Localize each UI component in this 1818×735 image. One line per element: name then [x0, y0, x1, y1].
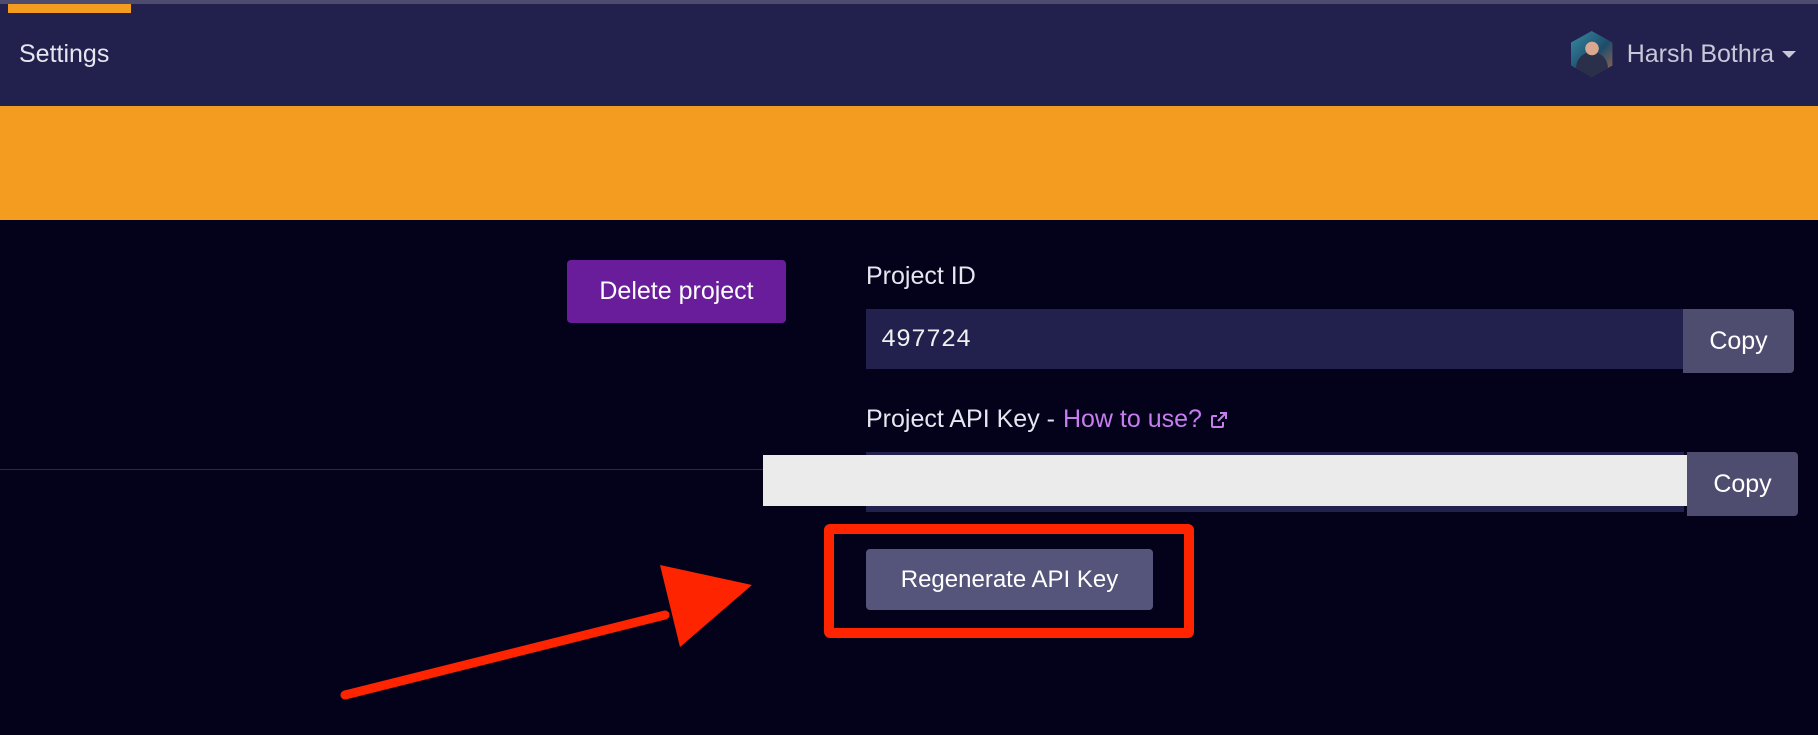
top-navbar: Settings Harsh Bothra	[0, 0, 1818, 106]
active-tab-indicator	[8, 4, 131, 13]
project-id-label: Project ID	[866, 262, 976, 290]
project-id-field[interactable]: 497724	[866, 309, 1684, 369]
how-to-use-link[interactable]: How to use?	[1063, 405, 1202, 434]
settings-page: Settings Harsh Bothra Delete project Pro…	[0, 0, 1818, 735]
redacted-api-key	[763, 455, 1690, 506]
section-divider	[0, 469, 770, 470]
user-name: Harsh Bothra	[1626, 39, 1774, 68]
project-banner	[0, 106, 1818, 220]
delete-project-button[interactable]: Delete project	[567, 260, 786, 323]
window-border	[0, 0, 1818, 4]
copy-api-key-button[interactable]: Copy	[1687, 452, 1798, 516]
page-title: Settings	[19, 40, 110, 68]
external-link-icon[interactable]	[1210, 411, 1228, 429]
api-key-label-row: Project API Key - How to use?	[866, 405, 1228, 434]
user-menu[interactable]: Harsh Bothra	[1569, 30, 1796, 78]
annotation-highlight-box	[824, 524, 1194, 638]
avatar-icon	[1571, 31, 1613, 77]
chevron-down-icon	[1782, 50, 1796, 58]
api-key-label: Project API Key -	[866, 405, 1055, 433]
annotation-arrow	[340, 565, 752, 700]
copy-project-id-button[interactable]: Copy	[1683, 309, 1794, 373]
